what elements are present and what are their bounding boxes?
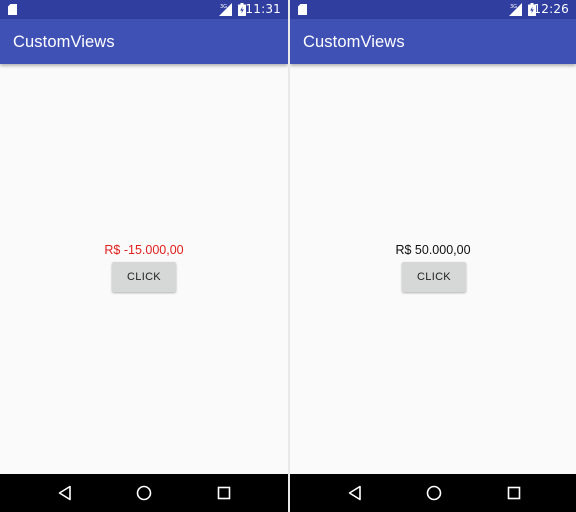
status-bar: 3G 12:26 xyxy=(290,0,576,19)
app-title: CustomViews xyxy=(13,33,115,51)
recents-icon xyxy=(217,486,231,500)
status-bar: 3G 11:31 xyxy=(0,0,288,19)
sd-card-icon xyxy=(8,4,17,15)
back-icon xyxy=(348,485,361,501)
phone-screen-left: 3G 11:31 CustomViews R$ -15.000,00 CLICK xyxy=(0,0,288,512)
home-button[interactable] xyxy=(424,483,444,503)
recents-button[interactable] xyxy=(504,483,524,503)
app-bar: CustomViews xyxy=(290,19,576,64)
recents-icon xyxy=(507,486,521,500)
back-button[interactable] xyxy=(55,483,75,503)
content-area: R$ -15.000,00 CLICK xyxy=(0,64,288,474)
back-button[interactable] xyxy=(345,483,365,503)
status-time: 12:26 xyxy=(533,2,569,16)
back-icon xyxy=(58,485,71,501)
content-area: R$ 50.000,00 CLICK xyxy=(290,64,576,474)
phone-screen-right: 3G 12:26 CustomViews R$ 50.000,00 CLICK xyxy=(290,0,576,512)
app-title: CustomViews xyxy=(303,33,405,51)
click-button[interactable]: CLICK xyxy=(112,262,176,292)
status-time: 11:31 xyxy=(245,2,281,16)
app-bar: CustomViews xyxy=(0,19,288,64)
click-button[interactable]: CLICK xyxy=(402,262,466,292)
sd-card-icon xyxy=(298,4,307,15)
signal-icon: 3G xyxy=(219,3,232,16)
home-button[interactable] xyxy=(134,483,154,503)
currency-amount: R$ -15.000,00 xyxy=(104,243,184,257)
home-icon xyxy=(136,485,152,501)
recents-button[interactable] xyxy=(214,483,234,503)
signal-icon: 3G xyxy=(509,3,522,16)
network-type-label: 3G xyxy=(220,4,227,10)
navigation-bar xyxy=(290,474,576,512)
currency-amount: R$ 50.000,00 xyxy=(395,243,471,257)
navigation-bar xyxy=(0,474,288,512)
home-icon xyxy=(426,485,442,501)
network-type-label: 3G xyxy=(510,4,517,10)
